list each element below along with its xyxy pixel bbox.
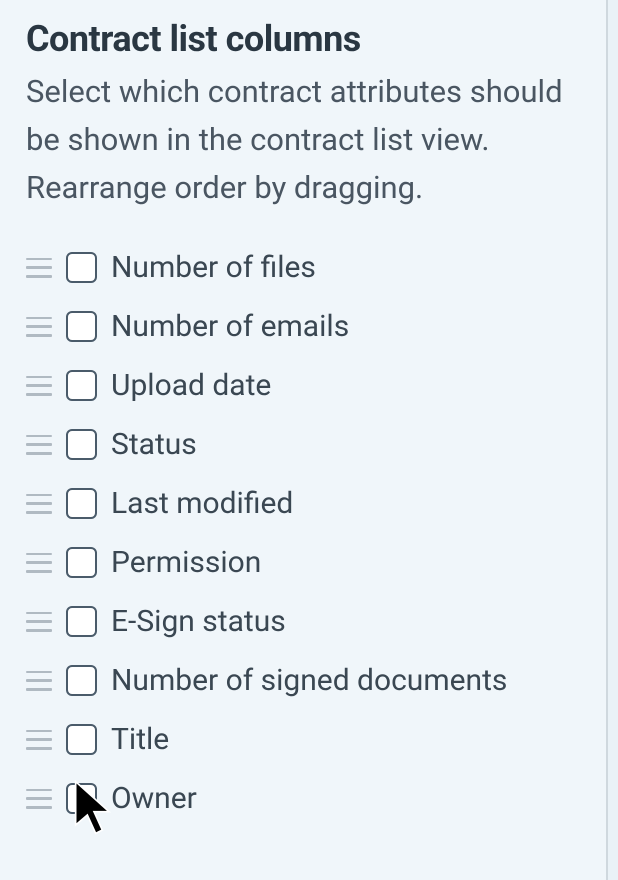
column-checkbox[interactable] xyxy=(66,783,97,814)
page-title: Contract list columns xyxy=(26,18,580,60)
column-item[interactable]: Owner xyxy=(26,781,580,816)
column-label: Upload date xyxy=(111,368,271,403)
drag-handle-icon[interactable] xyxy=(26,553,52,573)
column-label: Title xyxy=(111,722,169,757)
column-checkbox[interactable] xyxy=(66,370,97,401)
column-checkbox[interactable] xyxy=(66,429,97,460)
column-item[interactable]: Number of signed documents xyxy=(26,663,580,698)
column-item[interactable]: E-Sign status xyxy=(26,604,580,639)
column-item[interactable]: Status xyxy=(26,427,580,462)
drag-handle-icon[interactable] xyxy=(26,789,52,809)
column-label: Permission xyxy=(111,545,261,580)
drag-handle-icon[interactable] xyxy=(26,612,52,632)
drag-handle-icon[interactable] xyxy=(26,435,52,455)
column-label: E-Sign status xyxy=(111,604,286,639)
column-item[interactable]: Permission xyxy=(26,545,580,580)
column-item[interactable]: Title xyxy=(26,722,580,757)
drag-handle-icon[interactable] xyxy=(26,317,52,337)
column-list: Number of files Number of emails Upload … xyxy=(26,250,580,816)
drag-handle-icon[interactable] xyxy=(26,258,52,278)
column-item[interactable]: Number of emails xyxy=(26,309,580,344)
drag-handle-icon[interactable] xyxy=(26,376,52,396)
column-item[interactable]: Number of files xyxy=(26,250,580,285)
column-checkbox[interactable] xyxy=(66,252,97,283)
column-label: Number of emails xyxy=(111,309,349,344)
column-label: Number of signed documents xyxy=(111,663,507,698)
drag-handle-icon[interactable] xyxy=(26,494,52,514)
page-description: Select which contract attributes should … xyxy=(26,68,580,212)
column-label: Number of files xyxy=(111,250,316,285)
column-item[interactable]: Last modified xyxy=(26,486,580,521)
column-item[interactable]: Upload date xyxy=(26,368,580,403)
column-checkbox[interactable] xyxy=(66,311,97,342)
column-checkbox[interactable] xyxy=(66,488,97,519)
column-checkbox[interactable] xyxy=(66,606,97,637)
column-label: Owner xyxy=(111,781,197,816)
drag-handle-icon[interactable] xyxy=(26,730,52,750)
drag-handle-icon[interactable] xyxy=(26,671,52,691)
column-checkbox[interactable] xyxy=(66,665,97,696)
column-checkbox[interactable] xyxy=(66,724,97,755)
column-label: Last modified xyxy=(111,486,293,521)
column-checkbox[interactable] xyxy=(66,547,97,578)
column-label: Status xyxy=(111,427,197,462)
settings-panel: Contract list columns Select which contr… xyxy=(0,0,608,880)
